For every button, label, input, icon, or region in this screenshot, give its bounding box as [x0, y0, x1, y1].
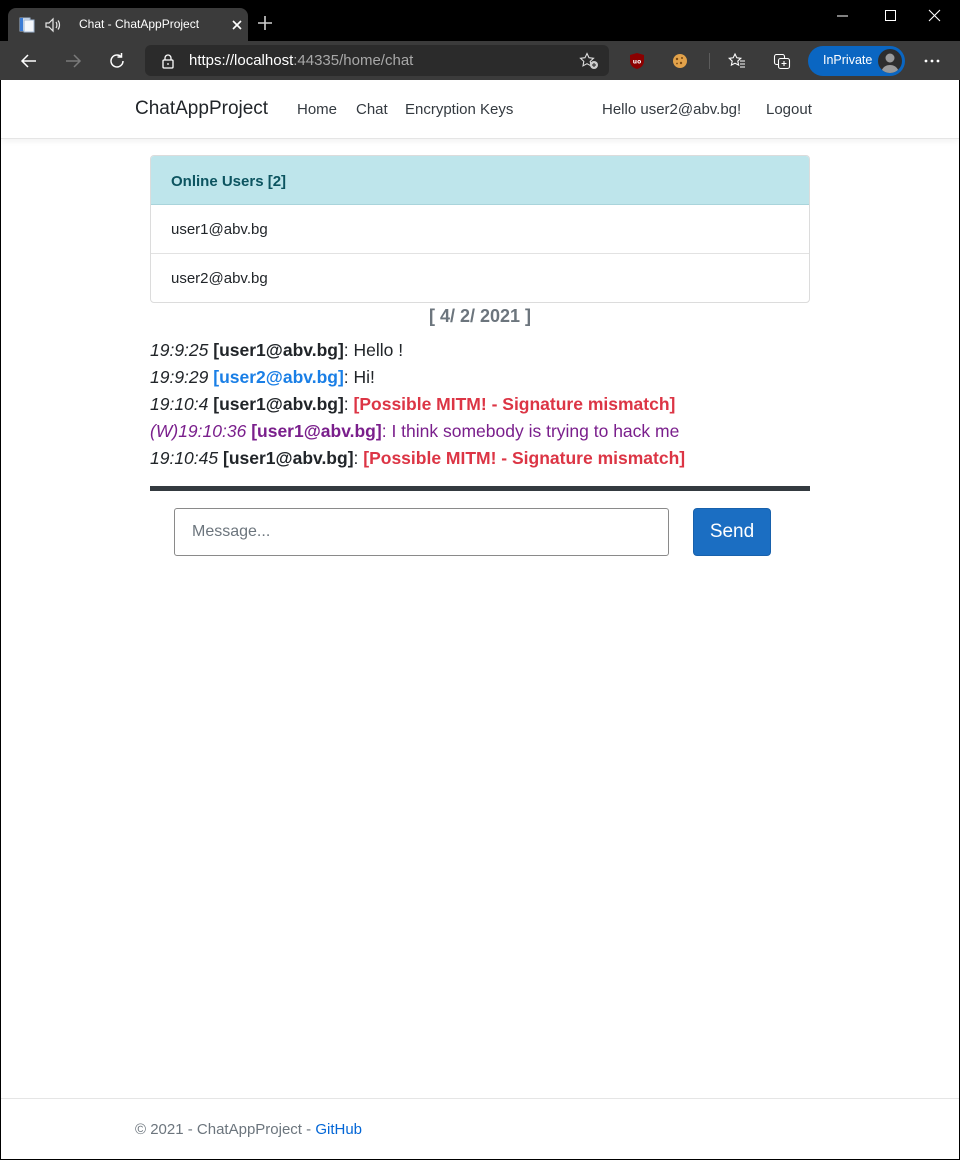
page-icon — [19, 17, 35, 33]
message-sender: [user1@abv.bg] — [223, 448, 354, 468]
address-bar[interactable]: https://localhost:44335/home/chat — [145, 45, 609, 76]
message-input[interactable] — [174, 508, 669, 556]
minimize-icon[interactable] — [834, 8, 852, 24]
maximize-icon[interactable] — [882, 8, 900, 24]
plus-icon[interactable] — [256, 14, 274, 32]
site-navbar: ChatAppProject Home Chat Encryption Keys… — [1, 80, 959, 139]
ublock-shield-icon[interactable]: uo — [628, 52, 646, 70]
whisper-prefix: (W) — [150, 421, 179, 441]
star-list-icon[interactable] — [728, 52, 746, 70]
message-sender: [user1@abv.bg] — [213, 340, 344, 360]
message-separator: : — [343, 394, 354, 414]
nav-home[interactable]: Home — [297, 101, 337, 118]
message-time: 19:9:25 — [150, 340, 209, 360]
footer-text: © 2021 - ChatAppProject - GitHub — [135, 1121, 362, 1138]
browser-toolbar: https://localhost:44335/home/chat uo InP… — [0, 41, 960, 80]
message-text: Hello ! — [353, 340, 404, 360]
message-separator: : — [353, 448, 364, 468]
window-close-icon[interactable] — [926, 8, 944, 24]
tab-title: Chat - ChatAppProject — [79, 17, 200, 31]
chat-message-whisper: (W)19:10:36 [user1@abv.bg]: I think some… — [150, 419, 810, 446]
url-scheme: https:// — [189, 52, 235, 69]
online-user-item: user1@abv.bg — [151, 205, 809, 254]
brand-link[interactable]: ChatAppProject — [135, 98, 268, 120]
arrow-right-icon[interactable] — [63, 51, 83, 71]
chat-date: [ 4/ 2/ 2021 ] — [428, 306, 532, 326]
cookie-icon[interactable] — [671, 52, 689, 70]
message-time-value: 19:10:36 — [178, 421, 247, 441]
message-sender: [user1@abv.bg] — [213, 394, 344, 414]
message-text: Hi! — [353, 367, 375, 387]
send-button[interactable]: Send — [693, 508, 771, 556]
copyright-text: © 2021 - ChatAppProject - — [135, 1121, 316, 1138]
close-icon[interactable] — [230, 18, 244, 32]
ellipsis-icon[interactable] — [922, 53, 942, 69]
chat-message: 19:10:45 [user1@abv.bg]: [Possible MITM!… — [150, 446, 810, 473]
online-user-item: user2@abv.bg — [171, 270, 268, 287]
message-separator: : — [343, 340, 354, 360]
browser-tab-active[interactable]: Chat - ChatAppProject — [8, 8, 248, 41]
lock-icon[interactable] — [161, 53, 175, 69]
message-separator: : — [381, 421, 392, 441]
toolbar-divider — [709, 53, 710, 69]
svg-text:uo: uo — [633, 59, 641, 66]
online-users-header: Online Users [2] — [151, 156, 809, 205]
message-sender: [user1@abv.bg] — [251, 421, 382, 441]
message-time: 19:10:4 — [150, 394, 209, 414]
online-users-card: Online Users [2] user1@abv.bg user2@abv.… — [150, 155, 810, 303]
speaker-icon[interactable] — [44, 16, 62, 34]
message-time: 19:10:45 — [150, 448, 219, 468]
message-separator: : — [343, 367, 354, 387]
chat-message: 19:9:25 [user1@abv.bg]: Hello ! — [150, 338, 810, 365]
chat-message: 19:10:4 [user1@abv.bg]: [Possible MITM! … — [150, 392, 810, 419]
message-time: (W)19:10:36 — [150, 421, 246, 441]
page-viewport: ChatAppProject Home Chat Encryption Keys… — [1, 80, 959, 1159]
nav-encryption-keys[interactable]: Encryption Keys — [405, 101, 513, 118]
profile-avatar-icon — [878, 49, 902, 73]
reload-icon[interactable] — [107, 51, 127, 71]
inprivate-button[interactable]: InPrivate — [808, 46, 905, 76]
url-text[interactable]: https://localhost:44335/home/chat — [189, 52, 413, 69]
chat-message: 19:9:29 [user2@abv.bg]: Hi! — [150, 365, 810, 392]
message-list: 19:9:25 [user1@abv.bg]: Hello ! 19:9:29 … — [150, 338, 810, 473]
url-host: localhost — [234, 52, 294, 69]
message-time: 19:9:29 — [150, 367, 209, 387]
inprivate-label: InPrivate — [823, 53, 873, 67]
mitm-warning: [Possible MITM! - Signature mismatch] — [363, 448, 686, 468]
chat-divider — [150, 486, 810, 491]
star-plus-icon[interactable] — [579, 52, 599, 70]
nav-chat[interactable]: Chat — [356, 101, 388, 118]
arrow-left-icon[interactable] — [19, 51, 39, 71]
url-path: :44335/home/chat — [293, 52, 414, 69]
message-text: I think somebody is trying to hack me — [391, 421, 680, 441]
user-greeting-link[interactable]: Hello user2@abv.bg! — [602, 101, 741, 118]
browser-titlebar: Chat - ChatAppProject — [0, 0, 960, 41]
logout-link[interactable]: Logout — [766, 101, 812, 118]
mitm-warning: [Possible MITM! - Signature mismatch] — [353, 394, 676, 414]
github-link[interactable]: GitHub — [315, 1121, 362, 1138]
collections-icon[interactable] — [773, 52, 791, 70]
site-footer: © 2021 - ChatAppProject - GitHub — [1, 1098, 959, 1159]
message-sender: [user2@abv.bg] — [213, 367, 344, 387]
